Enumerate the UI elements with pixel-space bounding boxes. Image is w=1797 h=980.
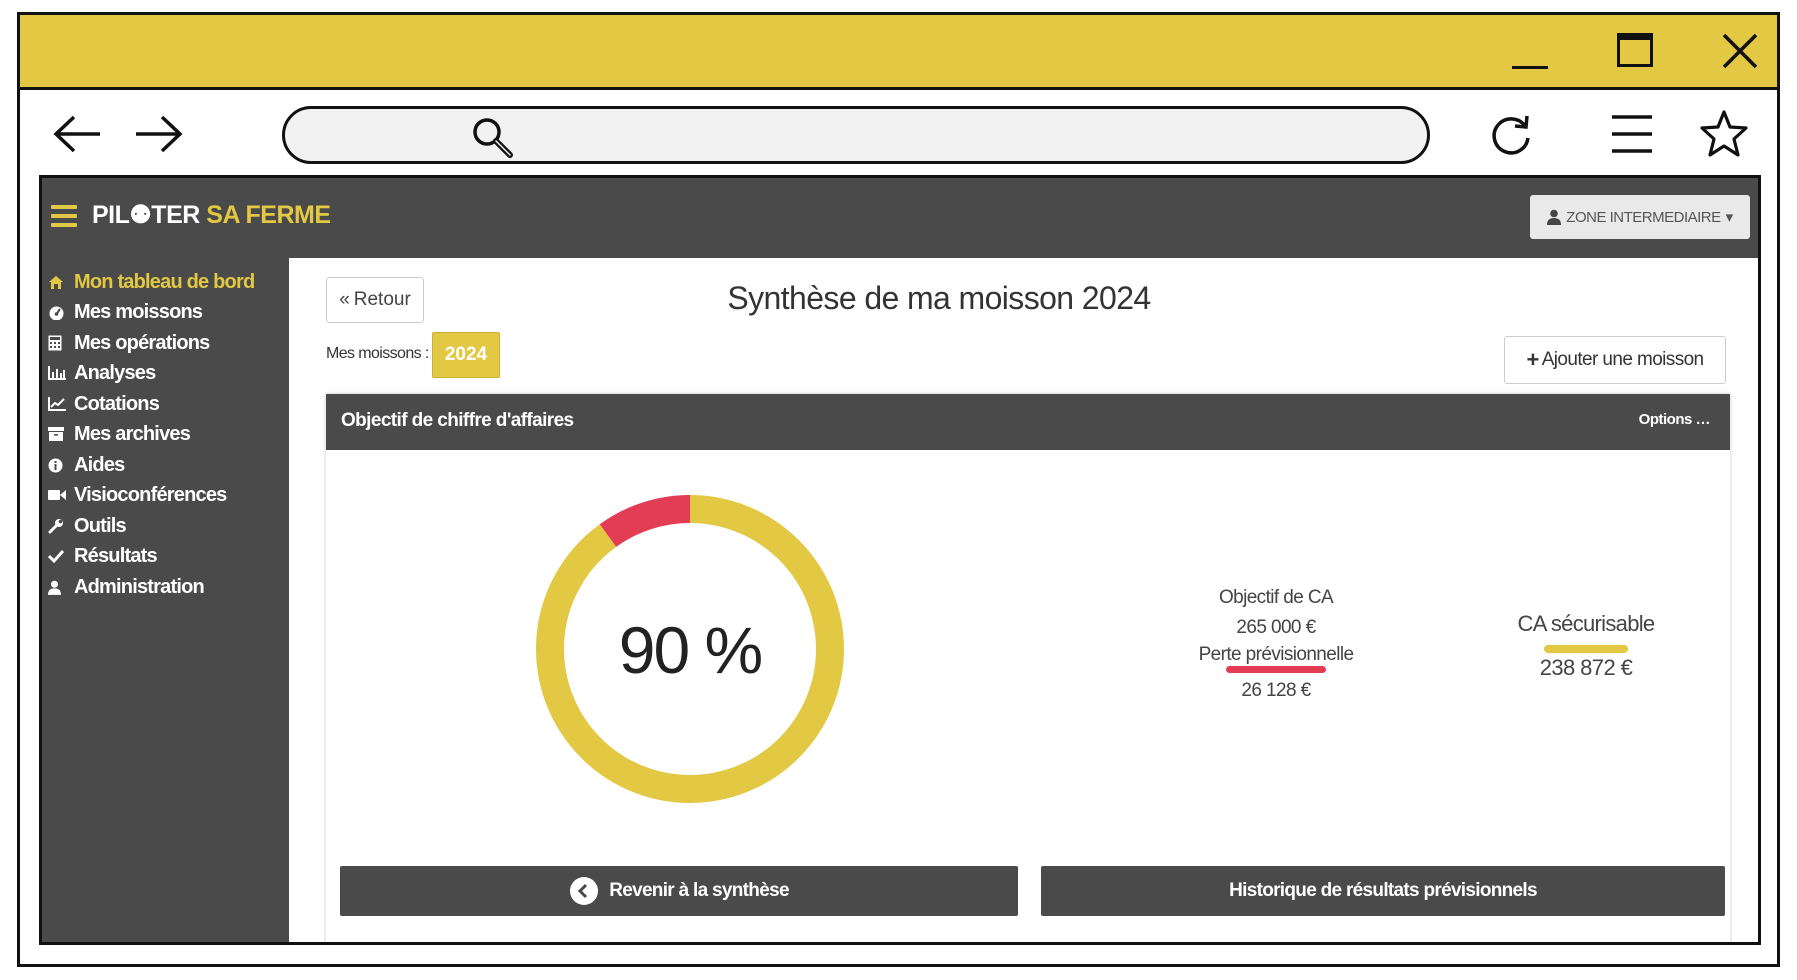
reload-icon[interactable] (1487, 112, 1535, 160)
panel-header: Objectif de chiffre d'affaires Options … (326, 394, 1730, 450)
circle-chevron-left-icon (570, 877, 599, 905)
sidebar-item-archives[interactable]: Mes archives (48, 420, 191, 448)
sidebar-item-moissons[interactable]: Mes moissons (48, 298, 203, 326)
calculator-icon (48, 333, 72, 353)
objective-value: 265 000 € (1236, 616, 1316, 638)
forward-arrow-icon[interactable] (130, 112, 186, 156)
bookmark-star-icon[interactable] (1698, 108, 1750, 160)
forecast-history-label: Historique de résultats prévisionnels (1229, 880, 1537, 901)
sidebar-item-outils[interactable]: Outils (48, 512, 127, 540)
minimize-icon[interactable] (1512, 66, 1548, 69)
sidebar-item-analyses[interactable]: Analyses (48, 359, 156, 387)
sidebar-item-visio[interactable]: Visioconférences (48, 481, 227, 509)
forecast-history-button[interactable]: Historique de résultats prévisionnels (1041, 866, 1725, 916)
donut-percentage: 90 % (618, 613, 763, 687)
sidebar-item-label: Administration (74, 575, 205, 598)
browser-toolbar (20, 90, 1777, 180)
home-icon (48, 272, 72, 292)
sidebar-item-aides[interactable]: Aides (48, 451, 125, 479)
objective-stats: Objectif de CA 265 000 € Perte prévision… (1156, 582, 1396, 707)
archive-icon (48, 424, 72, 444)
main-content: « Retour Synthèse de ma moisson 2024 Mes… (289, 258, 1758, 942)
sidebar-item-label: Résultats (74, 544, 158, 567)
add-moisson-label: Ajouter une moisson (1541, 349, 1704, 370)
video-camera-icon (48, 485, 72, 505)
brand-name-part1: PIL⚉TER (92, 201, 200, 229)
back-arrow-icon[interactable] (50, 112, 106, 156)
user-icon (48, 577, 72, 597)
line-chart-icon (48, 394, 72, 414)
page-title: Synthèse de ma moisson 2024 (727, 280, 1151, 316)
sidebar-item-resultats[interactable]: Résultats (48, 542, 158, 570)
sidebar-item-label: Mon tableau de bord (74, 270, 255, 293)
sidebar: Mon tableau de bord Mes moissons Mes opé… (42, 258, 289, 942)
dashboard-icon (48, 302, 72, 322)
sidebar-item-cotations[interactable]: Cotations (48, 390, 160, 418)
secure-value: 238 872 € (1539, 655, 1633, 680)
plus-icon: + (1526, 347, 1539, 372)
brand-name-part2: SA FERME (206, 201, 331, 229)
maximize-icon[interactable] (1617, 33, 1653, 67)
add-moisson-button[interactable]: + Ajouter une moisson (1504, 336, 1726, 384)
app-menu-icon[interactable] (51, 205, 77, 227)
loss-value: 26 128 € (1241, 679, 1311, 701)
close-icon[interactable] (1720, 31, 1760, 71)
info-icon (48, 455, 72, 475)
secure-label: CA sécurisable (1517, 611, 1656, 636)
sidebar-item-label: Cotations (74, 392, 160, 415)
sidebar-item-label: Aides (74, 453, 125, 476)
zone-label: ZONE INTERMEDIAIRE (1566, 208, 1721, 226)
sidebar-item-label: Mes moissons (74, 300, 203, 323)
sidebar-item-label: Mes opérations (74, 331, 210, 354)
bar-chart-icon (48, 363, 72, 383)
wrench-icon (48, 516, 72, 536)
browser-window: PIL⚉TER SA FERME ZONE INTERMEDIAIRE ▾ Mo… (17, 12, 1780, 967)
objective-label: Objectif de CA (1218, 586, 1334, 608)
sidebar-item-administration[interactable]: Administration (48, 573, 205, 601)
caret-down-icon: ▾ (1725, 209, 1734, 226)
panel-options-button[interactable]: Options … (1639, 411, 1711, 428)
loss-label: Perte prévisionnelle (1198, 643, 1354, 665)
browser-titlebar (20, 15, 1777, 90)
back-to-synthesis-button[interactable]: Revenir à la synthèse (340, 866, 1018, 916)
sidebar-item-label: Mes archives (74, 422, 191, 445)
secure-stats: CA sécurisable 238 872 € (1486, 613, 1686, 679)
back-to-synthesis-label: Revenir à la synthèse (609, 880, 789, 901)
sidebar-item-label: Visioconférences (74, 483, 227, 506)
user-icon (1547, 209, 1562, 225)
year-selector-button[interactable]: 2024 (432, 332, 500, 378)
browser-menu-icon[interactable] (1610, 112, 1654, 156)
brand-logo[interactable]: PIL⚉TER SA FERME (92, 200, 331, 230)
sidebar-item-dashboard[interactable]: Mon tableau de bord (48, 268, 255, 296)
revenue-objective-panel: Objectif de chiffre d'affaires Options …… (326, 394, 1730, 942)
app-viewport: PIL⚉TER SA FERME ZONE INTERMEDIAIRE ▾ Mo… (39, 175, 1761, 945)
panel-title: Objectif de chiffre d'affaires (341, 410, 574, 431)
check-icon (48, 546, 72, 566)
app-header: PIL⚉TER SA FERME ZONE INTERMEDIAIRE ▾ (42, 178, 1758, 258)
sidebar-item-label: Analyses (74, 361, 156, 384)
address-bar[interactable] (282, 106, 1430, 164)
secure-color-marker (1544, 645, 1628, 653)
search-icon (473, 118, 513, 158)
sidebar-item-label: Outils (74, 514, 127, 537)
loss-color-marker (1226, 666, 1326, 673)
sidebar-item-operations[interactable]: Mes opérations (48, 329, 210, 357)
moissons-label: Mes moissons : (326, 345, 429, 362)
zone-dropdown-button[interactable]: ZONE INTERMEDIAIRE ▾ (1530, 195, 1750, 239)
